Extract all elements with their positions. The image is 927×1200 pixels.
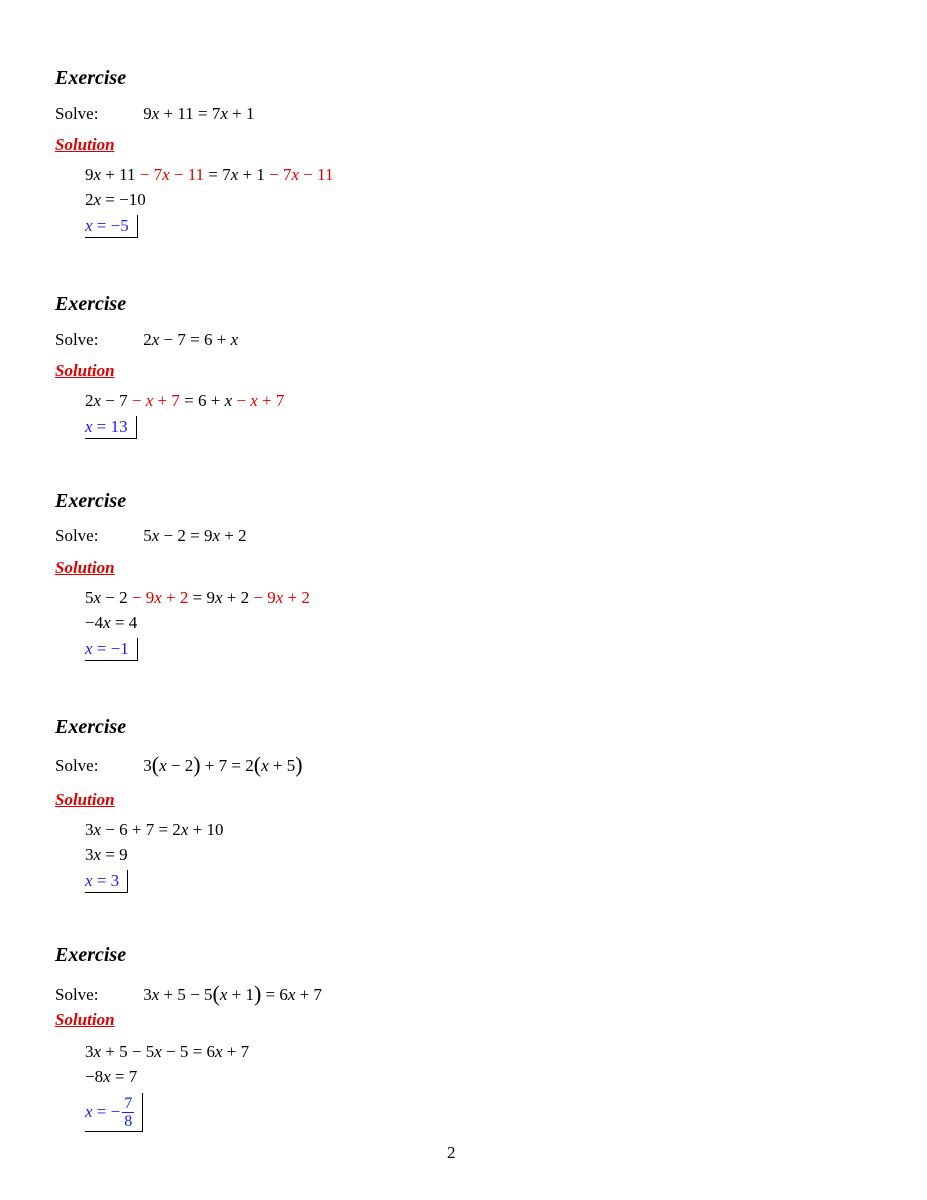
problem-row: Solve: 9x + 11 = 7x + 1 (55, 103, 254, 125)
problem-equation: 5x − 2 = 9x + 2 (143, 526, 247, 545)
exercise-heading: Exercise (55, 67, 127, 89)
solution-step: 2x = −10 (85, 190, 146, 209)
exercise-heading: Exercise (55, 293, 127, 315)
solution-label: Solution (55, 361, 115, 380)
problem-row: Solve: 2x − 7 = 6 + x (55, 329, 238, 351)
solution-label: Solution (55, 1010, 115, 1029)
page-number: 2 (447, 1143, 456, 1162)
problem-row: Solve: 3(x − 2) + 7 = 2(x + 5) (55, 754, 303, 777)
solution-step: 3x = 9 (85, 845, 128, 864)
solution-label: Solution (55, 790, 115, 809)
problem-equation: 3(x − 2) + 7 = 2(x + 5) (143, 752, 303, 777)
problem-row: Solve: 5x − 2 = 9x + 2 (55, 525, 247, 547)
solve-label: Solve: (55, 985, 99, 1004)
solution-step: 9x + 11 − 7x − 11 = 7x + 1 − 7x − 11 (85, 165, 334, 184)
solve-label: Solve: (55, 104, 99, 123)
answer-box: x = − 7 8 (85, 1093, 144, 1132)
answer-box: x = 13 (85, 416, 137, 439)
answer-box: x = −5 (85, 215, 138, 238)
fraction-numerator: 7 (122, 1094, 135, 1113)
solution-label: Solution (55, 558, 115, 577)
answer-fraction: 7 8 (122, 1094, 135, 1130)
solve-label: Solve: (55, 526, 99, 545)
solution-step: −4x = 4 (85, 613, 138, 632)
answer-box: x = 3 (85, 870, 129, 893)
exercise-heading: Exercise (55, 716, 127, 738)
solution-step: 5x − 2 − 9x + 2 = 9x + 2 − 9x + 2 (85, 588, 310, 607)
exercise-heading: Exercise (55, 944, 127, 966)
solution-label: Solution (55, 135, 115, 154)
solve-label: Solve: (55, 756, 99, 775)
solution-step: 2x − 7 − x + 7 = 6 + x − x + 7 (85, 391, 285, 410)
answer-box: x = −1 (85, 638, 138, 661)
solution-step: −8x = 7 (85, 1067, 138, 1086)
exercise-heading: Exercise (55, 490, 127, 512)
problem-equation: 2x − 7 = 6 + x (143, 330, 239, 349)
solution-step: 3x − 6 + 7 = 2x + 10 (85, 820, 224, 839)
problem-equation: 9x + 11 = 7x + 1 (143, 104, 255, 123)
fraction-denominator: 8 (124, 1112, 133, 1130)
problem-row: Solve: 3x + 5 − 5(x + 1) = 6x + 7 (55, 983, 322, 1006)
solution-step: 3x + 5 − 5x − 5 = 6x + 7 (85, 1042, 250, 1061)
solve-label: Solve: (55, 330, 99, 349)
problem-equation: 3x + 5 − 5(x + 1) = 6x + 7 (143, 981, 323, 1006)
